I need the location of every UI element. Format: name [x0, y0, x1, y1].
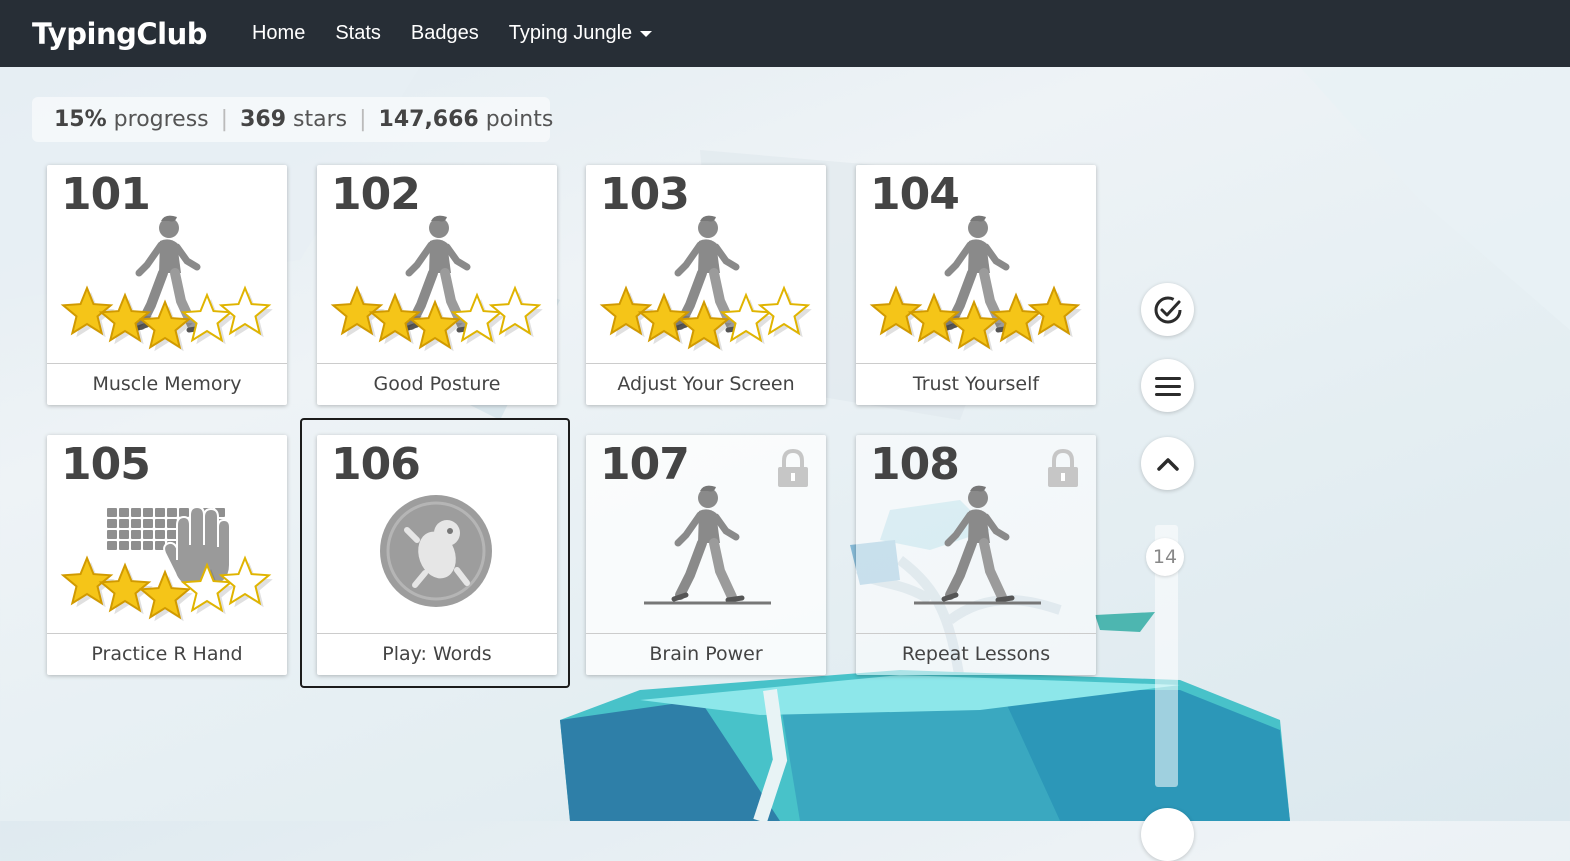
lesson-number: 105: [61, 439, 151, 490]
menu-icon: [1154, 376, 1181, 396]
lesson-title: Good Posture: [317, 363, 557, 405]
lesson-card-105[interactable]: 105 Practice R Hand: [47, 435, 287, 675]
star-rating: [330, 285, 543, 352]
level-indicator[interactable]: 14: [1146, 538, 1184, 576]
lesson-number: 101: [61, 169, 151, 220]
game-coin-icon: [380, 495, 492, 607]
lesson-title: Muscle Memory: [47, 363, 287, 405]
star-rating: [599, 285, 812, 352]
points-label: points: [485, 107, 554, 132]
star-rating: [60, 285, 273, 352]
lesson-title: Practice R Hand: [47, 633, 287, 675]
lock-icon: [1048, 449, 1078, 487]
brand-logo[interactable]: TypingClub: [32, 17, 207, 51]
scroll-up-button[interactable]: [1141, 437, 1194, 490]
progress-summary: 15% progress | 369 stars | 147,666 point…: [32, 97, 553, 142]
lesson-card-101[interactable]: 101 Muscle Memory: [47, 165, 287, 405]
nav-badges[interactable]: Badges: [411, 22, 479, 45]
star-rating: [60, 555, 273, 622]
check-circle-icon: [1154, 296, 1181, 323]
star-rating: [869, 285, 1082, 352]
lesson-number: 107: [600, 439, 690, 490]
lesson-number: 108: [870, 439, 960, 490]
nav-stats[interactable]: Stats: [335, 22, 381, 45]
separator: |: [220, 107, 229, 132]
lesson-number: 103: [600, 169, 690, 220]
progress-label: progress: [113, 107, 209, 132]
lesson-title: Adjust Your Screen: [586, 363, 826, 405]
lesson-card-108[interactable]: 108 Repeat Lessons: [856, 435, 1096, 675]
nav-typing-jungle-dropdown[interactable]: Typing Jungle: [508, 22, 653, 45]
lesson-card-102[interactable]: 102 Good Posture: [317, 165, 557, 405]
lesson-number: 104: [870, 169, 960, 220]
walking-person-icon: [671, 485, 745, 603]
top-navbar: TypingClub Home Stats Badges Typing Jung…: [0, 0, 1570, 67]
check-circle-button[interactable]: [1141, 283, 1194, 336]
nav-links: Home Stats Badges Typing Jungle: [237, 22, 667, 45]
caret-down-icon: [640, 30, 653, 37]
progress-value: 15%: [54, 107, 107, 132]
lesson-title: Trust Yourself: [856, 363, 1096, 405]
separator: |: [359, 107, 367, 132]
lesson-card-103[interactable]: 103 Adjust Your Screen: [586, 165, 826, 405]
walking-person-icon: [941, 485, 1015, 603]
lock-icon: [778, 449, 808, 487]
stars-value: 369: [240, 107, 287, 132]
lesson-card-106[interactable]: 106 Play: Words: [317, 435, 557, 675]
lesson-card-107[interactable]: 107 Brain Power: [586, 435, 826, 675]
points-value: 147,666: [378, 107, 479, 132]
lesson-title: Brain Power: [586, 633, 826, 675]
lesson-title: Play: Words: [317, 633, 557, 675]
nav-typing-jungle-label: Typing Jungle: [508, 22, 633, 44]
lesson-number: 102: [331, 169, 421, 220]
lesson-number: 106: [331, 439, 421, 490]
menu-button[interactable]: [1141, 359, 1194, 412]
nav-home[interactable]: Home: [252, 22, 305, 45]
scroll-down-button[interactable]: [1141, 808, 1194, 861]
lesson-title: Repeat Lessons: [856, 633, 1096, 675]
chevron-up-icon: [1156, 457, 1179, 471]
lesson-card-104[interactable]: 104 Trust Yourself: [856, 165, 1096, 405]
stars-label: stars: [293, 107, 348, 132]
